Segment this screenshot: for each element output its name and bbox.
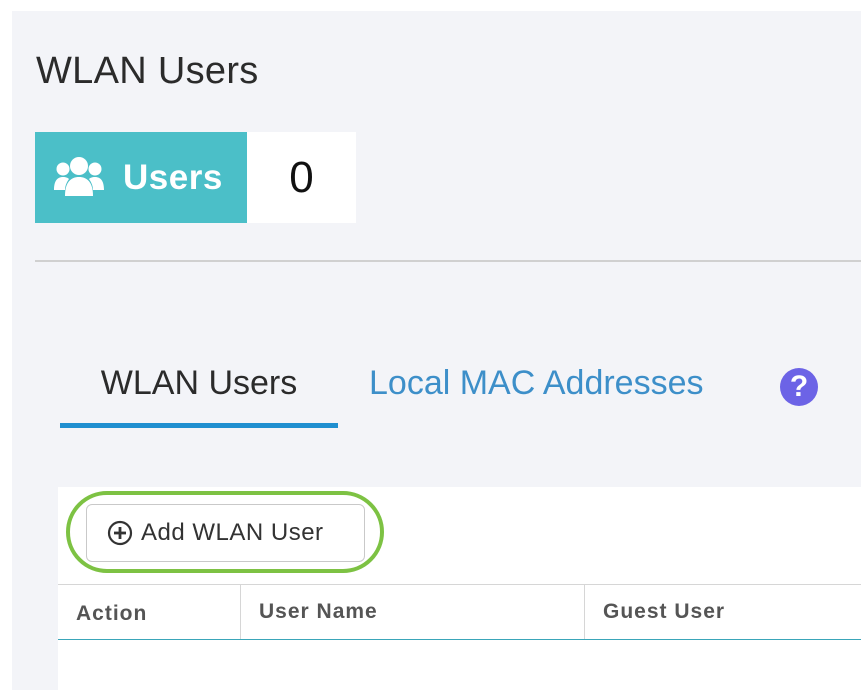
tab-wlan-users[interactable]: WLAN Users: [60, 350, 338, 428]
add-wlan-user-label: Add WLAN User: [141, 519, 324, 546]
users-count-tile: Users 0: [35, 132, 356, 223]
table-header: Action User Name Guest User: [58, 584, 861, 640]
section-divider: [35, 260, 861, 262]
users-icon: [54, 156, 104, 196]
wlan-users-panel: Add WLAN User Action User Name Guest Use…: [58, 487, 861, 690]
tab-bar: WLAN Users Local MAC Addresses ?: [60, 350, 861, 428]
column-header-user-name[interactable]: User Name: [240, 585, 584, 639]
users-count-value: 0: [247, 132, 356, 223]
users-count-label-box: Users: [35, 132, 247, 223]
page-title: WLAN Users: [36, 50, 259, 92]
plus-circle-icon: [107, 520, 133, 546]
column-header-action[interactable]: Action: [58, 585, 240, 639]
column-header-guest-user[interactable]: Guest User: [584, 585, 861, 639]
tab-local-mac-addresses[interactable]: Local MAC Addresses: [369, 350, 704, 428]
users-count-label: Users: [123, 157, 223, 197]
question-circle-icon[interactable]: ?: [780, 368, 818, 406]
add-wlan-user-button[interactable]: Add WLAN User: [86, 504, 365, 562]
